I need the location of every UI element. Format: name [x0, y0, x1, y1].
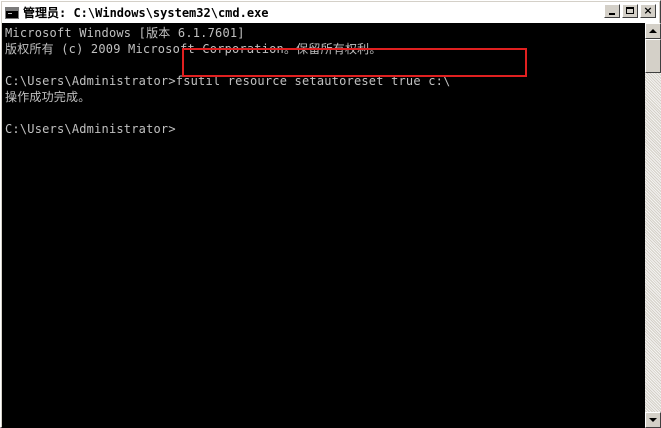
- scroll-up-arrow-icon[interactable]: [645, 23, 661, 39]
- console-output[interactable]: Microsoft Windows [版本 6.1.7601] 版权所有 (c)…: [2, 23, 645, 428]
- close-button[interactable]: ×: [640, 4, 656, 18]
- cmd-console-icon[interactable]: [5, 6, 19, 19]
- console-line: Microsoft Windows [版本 6.1.7601]: [5, 26, 245, 40]
- console-prompt: C:\Users\Administrator>: [5, 122, 176, 136]
- title-bar[interactable]: 管理员: C:\Windows\system32\cmd.exe ×: [2, 2, 659, 23]
- command-highlight-box: [182, 48, 527, 77]
- maximize-button[interactable]: [622, 4, 638, 18]
- cmd-window: 管理员: C:\Windows\system32\cmd.exe × Micro…: [0, 0, 661, 428]
- minimize-button[interactable]: [604, 4, 620, 18]
- scrollbar-thumb[interactable]: [645, 39, 661, 73]
- window-title: 管理员: C:\Windows\system32\cmd.exe: [23, 6, 269, 20]
- vertical-scrollbar[interactable]: [645, 23, 661, 428]
- window-controls: ×: [604, 4, 656, 18]
- scroll-down-arrow-icon[interactable]: [645, 412, 661, 428]
- console-line: 操作成功完成。: [5, 90, 91, 104]
